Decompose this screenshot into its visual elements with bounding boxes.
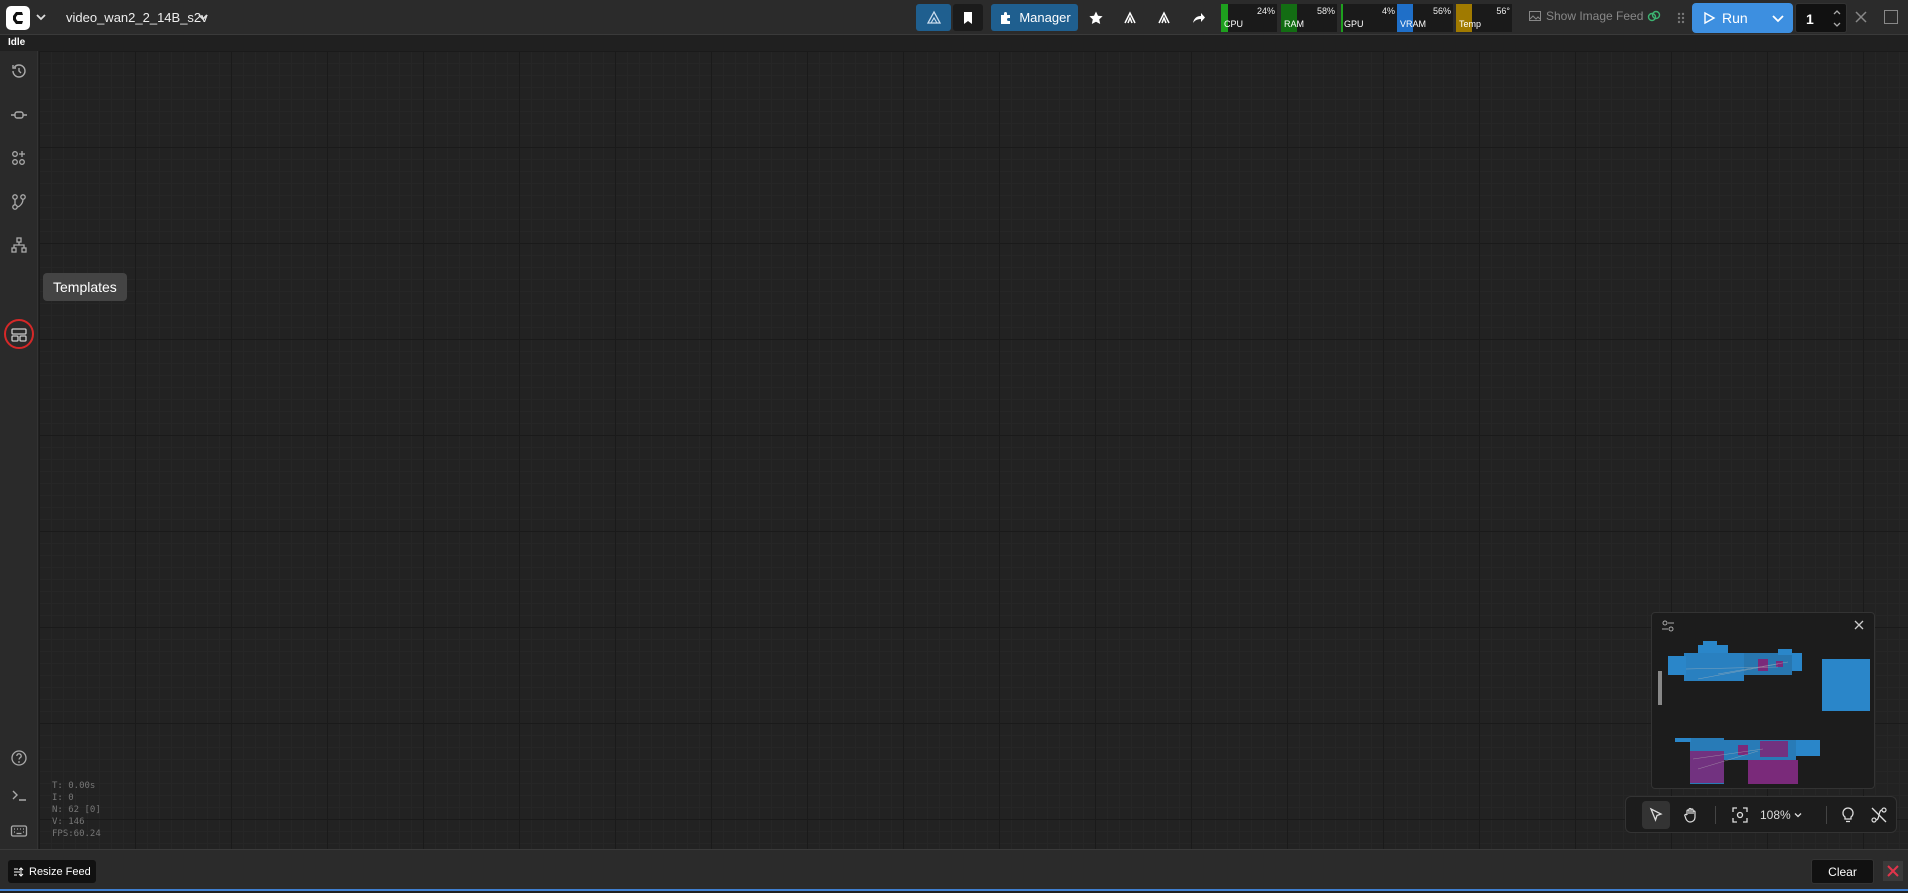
chevron-down-icon[interactable] xyxy=(1771,11,1785,25)
model-library-icon[interactable] xyxy=(10,193,28,211)
gpu-percent: 4% xyxy=(1381,6,1395,16)
close-icon[interactable] xyxy=(1853,9,1869,25)
comfy-logo-icon[interactable] xyxy=(6,6,30,30)
node-count: N: 62 [0] xyxy=(52,805,101,815)
chevron-down-icon xyxy=(1794,813,1802,818)
divider xyxy=(1715,806,1716,824)
gpu-bar xyxy=(1341,4,1343,32)
batch-count-value[interactable]: 1 xyxy=(1806,11,1814,27)
canvas-toolbar: 108% xyxy=(1625,796,1897,833)
star-icon[interactable] xyxy=(1081,4,1111,31)
gpu-monitor: GPU 4% xyxy=(1341,4,1397,32)
vram-label: VRAM xyxy=(1400,19,1427,29)
node-library-icon[interactable] xyxy=(10,149,28,167)
run-button[interactable]: Run xyxy=(1692,3,1793,33)
vram-percent: 56% xyxy=(1432,6,1451,16)
puzzle-icon xyxy=(1001,11,1011,24)
render-time: T: 0.00s xyxy=(52,781,96,791)
templates-tooltip: Templates xyxy=(43,273,127,301)
temp-monitor: Temp 56° xyxy=(1456,4,1512,32)
close-feed-button[interactable] xyxy=(1883,861,1903,881)
iteration-count: I: 0 xyxy=(52,793,74,803)
zoom-level: 108% xyxy=(1760,808,1791,822)
temp-percent: 56° xyxy=(1496,6,1510,16)
image-icon xyxy=(1529,11,1541,21)
minimap-settings-icon[interactable] xyxy=(1661,619,1675,633)
chevron-down-icon[interactable] xyxy=(197,11,209,23)
divider xyxy=(1826,806,1827,824)
close-icon[interactable] xyxy=(1853,619,1865,631)
fps-readout: FPS:60.24 xyxy=(52,829,101,839)
pointer-icon[interactable] xyxy=(1647,806,1665,824)
cpu-monitor: CPU 24% xyxy=(1221,4,1277,32)
ram-monitor: RAM 58% xyxy=(1281,4,1337,32)
cpu-label: CPU xyxy=(1224,19,1244,29)
sidebar xyxy=(0,51,38,849)
zoom-dropdown[interactable]: 108% xyxy=(1760,808,1803,822)
history-icon[interactable] xyxy=(10,62,28,80)
minimap-preview xyxy=(1658,641,1870,784)
share-icon[interactable] xyxy=(1183,4,1213,31)
vram-monitor: VRAM 56% xyxy=(1397,4,1453,32)
clear-feed-button[interactable]: Clear xyxy=(1811,859,1874,884)
hand-icon[interactable] xyxy=(1682,806,1700,824)
model-icon[interactable] xyxy=(1115,4,1145,31)
play-icon xyxy=(1704,11,1716,25)
model-alt-icon[interactable] xyxy=(1149,4,1179,31)
resize-feed-button[interactable]: Resize Feed xyxy=(8,860,96,883)
ram-label: RAM xyxy=(1284,19,1304,29)
show-image-feed-label: Show Image Feed xyxy=(1546,9,1644,23)
status-text: Idle xyxy=(8,37,26,48)
manager-button[interactable]: Manager xyxy=(991,4,1078,31)
maximize-icon[interactable] xyxy=(1884,10,1898,24)
fit-view-icon[interactable] xyxy=(1731,806,1749,824)
bookmark-icon[interactable] xyxy=(953,4,983,31)
show-image-feed-button[interactable]: Show Image Feed xyxy=(1528,9,1661,23)
canvas-stats: T: 0.00s I: 0 N: 62 [0] V: 146 FPS:60.24 xyxy=(52,780,101,840)
resize-feed-label: Resize Feed xyxy=(29,865,91,878)
highlight-ring xyxy=(4,319,34,349)
ram-percent: 58% xyxy=(1316,6,1335,16)
temp-label: Temp xyxy=(1459,19,1482,29)
drag-handle-icon[interactable] xyxy=(1676,11,1686,25)
hide-links-icon[interactable] xyxy=(1870,806,1888,824)
minimap[interactable] xyxy=(1651,612,1875,789)
cpu-percent: 24% xyxy=(1256,6,1275,16)
close-icon xyxy=(1887,865,1899,877)
vertex-count: V: 146 xyxy=(52,817,85,827)
increment-icon[interactable] xyxy=(1832,7,1842,17)
keyboard-icon[interactable] xyxy=(10,822,28,840)
batch-count-input[interactable]: 1 xyxy=(1795,3,1847,33)
gpu-label: GPU xyxy=(1344,19,1364,29)
terminal-icon[interactable] xyxy=(10,786,28,804)
run-label: Run xyxy=(1722,10,1748,26)
manager-label: Manager xyxy=(1019,10,1071,25)
image-feed-bar: Resize Feed Clear xyxy=(0,849,1908,891)
graph-canvas[interactable] xyxy=(39,51,1908,849)
crystools-icon[interactable] xyxy=(916,4,951,31)
queue-icon[interactable] xyxy=(10,106,28,124)
lightbulb-icon[interactable] xyxy=(1839,806,1857,824)
link-icon xyxy=(1648,10,1661,22)
workflows-icon[interactable] xyxy=(10,236,28,254)
chevron-down-icon[interactable] xyxy=(34,10,48,24)
help-icon[interactable] xyxy=(10,749,28,767)
top-bar: video_wan2_2_14B_s2v Manager CPU 24% RAM… xyxy=(0,0,1908,35)
decrement-icon[interactable] xyxy=(1832,20,1842,30)
workflow-tab-title[interactable]: video_wan2_2_14B_s2v xyxy=(66,10,208,25)
resize-icon xyxy=(14,866,24,877)
